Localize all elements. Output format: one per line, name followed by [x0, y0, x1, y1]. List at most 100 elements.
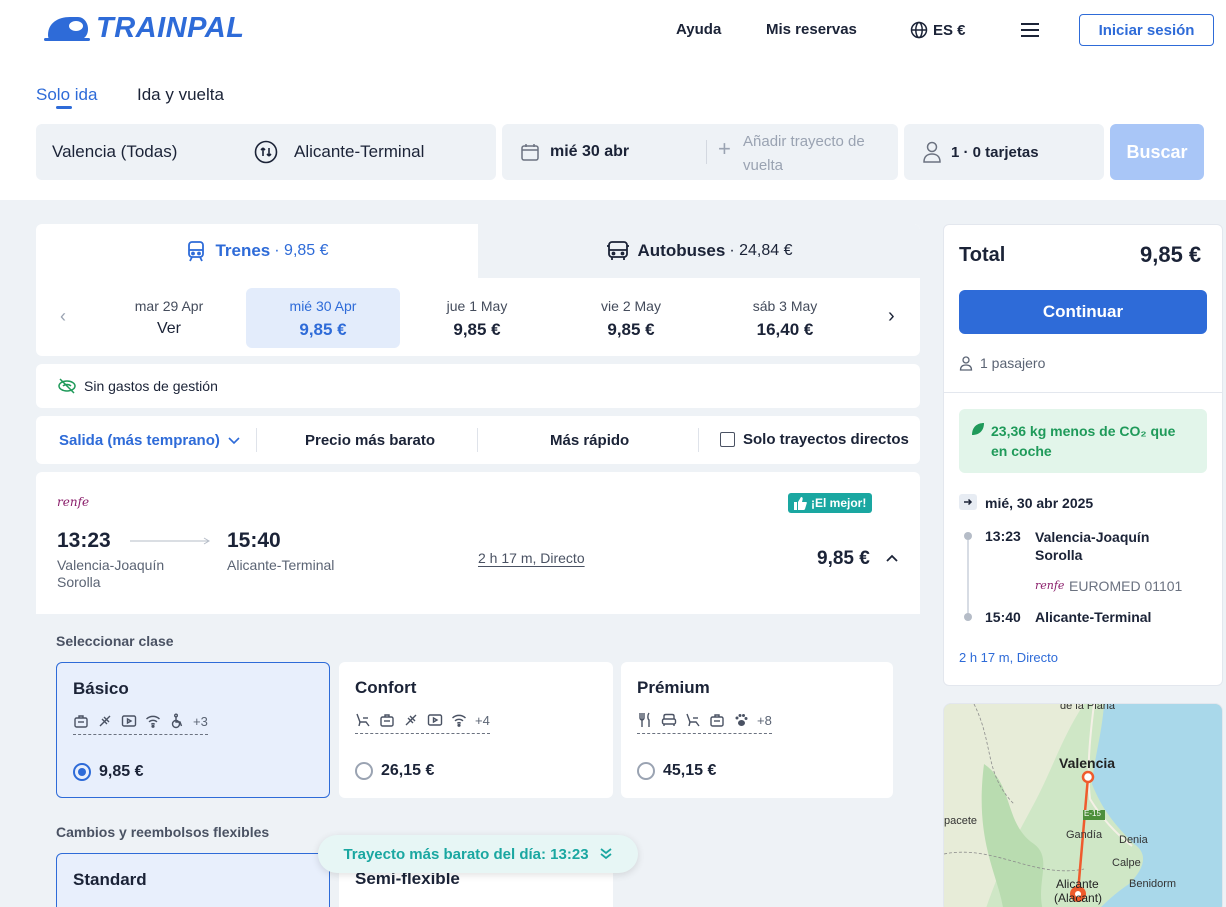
date-price: 16,40 € [756, 320, 814, 339]
sort-departure-dropdown[interactable]: Salida (más temprano) [59, 432, 240, 449]
date-option[interactable]: sáb 3 May 16,40 € [708, 288, 862, 348]
departure-station-line2: Sorolla [57, 574, 101, 590]
total-label: Total [959, 244, 1006, 266]
date-option[interactable]: jue 1 May 9,85 € [400, 288, 554, 348]
help-link[interactable]: Ayuda [676, 21, 721, 38]
departure-date-input[interactable]: mié 30 abr [550, 143, 629, 161]
class-option-basic[interactable]: Básico +3 9,85 € [56, 662, 330, 798]
accessibility-icon [171, 713, 183, 729]
destination-input[interactable]: Alicante-Terminal [294, 142, 424, 162]
class-radio[interactable] [355, 762, 373, 780]
active-tab-indicator [56, 106, 72, 109]
sort-cheapest[interactable]: Precio más barato [305, 432, 435, 449]
summary-arr-station: Alicante-Terminal [1035, 609, 1152, 625]
no-fees-icon [58, 378, 76, 394]
wifi-icon [452, 714, 466, 727]
brand-name: TRAINPAL [96, 12, 245, 44]
class-price: 45,15 € [663, 762, 717, 779]
meal-icon [639, 712, 650, 727]
direct-only-checkbox[interactable] [720, 432, 735, 447]
tab-buses[interactable]: Autobuses · 24,84 € [478, 224, 920, 278]
date-label: mar 29 Apr [134, 298, 204, 314]
class-option-premium[interactable]: Prémium +8 45,15 € [621, 662, 893, 798]
date-label: mié 30 Apr [289, 298, 357, 314]
next-dates-chevron-icon[interactable]: › [888, 305, 895, 328]
luggage-icon [380, 714, 394, 727]
luggage-icon [710, 714, 724, 727]
leaf-icon [972, 423, 984, 435]
add-return-trip-button[interactable]: Añadir trayecto de vuelta [743, 130, 865, 178]
no-fees-banner: Sin gastos de gestión [36, 364, 920, 408]
summary-date: mié, 30 abr 2025 [985, 495, 1094, 511]
pet-icon [735, 714, 748, 726]
tab-one-way[interactable]: Solo ida [36, 85, 97, 105]
renfe-logo: renfe [57, 495, 90, 509]
date-option[interactable]: mar 29 Apr Ver [92, 288, 246, 348]
swap-stations-icon[interactable] [254, 140, 278, 164]
tab-trains-label: Trenes [215, 241, 271, 260]
class-price: 26,15 € [381, 762, 435, 779]
class-option-comfort[interactable]: Confort +4 26,15 € [339, 662, 613, 798]
login-button[interactable]: Iniciar sesión [1079, 14, 1214, 46]
flex-option-standard[interactable]: Standard [56, 853, 330, 907]
amenities-list[interactable]: +4 [355, 712, 490, 734]
select-class-label: Seleccionar clase [56, 633, 174, 649]
flex-option-name: Standard [73, 870, 147, 889]
map-label: Alicante [1056, 877, 1099, 891]
date-label: sáb 3 May [752, 298, 818, 314]
language-currency-selector[interactable]: ES € [910, 21, 966, 39]
map-label: Calpe [1112, 857, 1141, 869]
sofa-icon [661, 713, 677, 726]
amenities-list[interactable]: +8 [637, 712, 772, 734]
summary-duration-link[interactable]: 2 h 17 m, Directo [959, 650, 1058, 665]
date-option-selected[interactable]: mié 30 Apr 9,85 € [246, 288, 400, 348]
journey-price: 9,85 € [817, 548, 870, 569]
summary-dep-station: Valencia-Joaquín Sorolla [1035, 528, 1149, 564]
summary-arr-time: 15:40 [985, 609, 1021, 625]
thumbs-up-icon [794, 496, 807, 510]
map-label: Valencia [1059, 755, 1116, 771]
return-placeholder-line1: Añadir trayecto de [743, 133, 865, 150]
duration-link[interactable]: 2 h 17 m, Directo [478, 550, 585, 566]
language-currency-label: ES € [933, 21, 966, 39]
class-radio-selected[interactable] [73, 763, 91, 781]
origin-input[interactable]: Valencia (Todas) [52, 142, 177, 162]
timeline-line [967, 540, 969, 614]
chevron-up-icon[interactable] [886, 554, 898, 562]
summary-divider [944, 392, 1222, 393]
double-chevron-down-icon [599, 848, 612, 860]
bus-icon [606, 241, 629, 260]
my-bookings-link[interactable]: Mis reservas [766, 21, 857, 38]
passengers-field[interactable]: 1 · 0 tarjetas [904, 124, 1104, 180]
direct-only-label: Solo trayectos directos [743, 431, 909, 448]
sort-divider [698, 428, 699, 452]
person-icon [923, 141, 941, 163]
date-option[interactable]: vie 2 May 9,85 € [554, 288, 708, 348]
class-radio[interactable] [637, 762, 655, 780]
tab-trains-price: · 9,85 € [274, 242, 329, 259]
departure-time: 13:23 [57, 529, 111, 552]
cheapest-journey-text: Trayecto más barato del día: 13:23 [343, 845, 589, 863]
co2-text-line1: 23,36 kg menos de CO₂ que [991, 423, 1176, 439]
more-amenities-count: +3 [193, 713, 208, 729]
more-amenities-count: +8 [757, 712, 772, 728]
train-icon [188, 241, 205, 262]
route-map[interactable]: de la Plana Valencia E-15 pacete Gandía … [943, 703, 1223, 907]
tab-round-trip[interactable]: Ida y vuelta [137, 85, 224, 105]
tab-trains[interactable]: Trenes · 9,85 € [36, 224, 478, 278]
brand-logo[interactable]: TRAINPAL [44, 12, 244, 45]
prev-dates-chevron-icon[interactable]: ‹ [60, 306, 66, 327]
hamburger-menu-icon[interactable] [1021, 23, 1039, 37]
sort-departure-label: Salida (más temprano) [59, 432, 220, 449]
cheapest-journey-toast[interactable]: Trayecto más barato del día: 13:23 [318, 835, 638, 873]
passenger-count: 1 pasajero [959, 355, 1045, 371]
sort-divider [256, 428, 257, 452]
search-button[interactable]: Buscar [1110, 124, 1204, 180]
best-badge-label: ¡El mejor! [811, 496, 867, 510]
continue-button[interactable]: Continuar [959, 290, 1207, 334]
train-logo-icon [44, 16, 90, 41]
sort-fastest[interactable]: Más rápido [550, 432, 629, 449]
direct-only-toggle[interactable]: Solo trayectos directos [720, 431, 909, 448]
amenities-list[interactable]: +3 [73, 713, 208, 735]
map-label: pacete [944, 815, 978, 827]
